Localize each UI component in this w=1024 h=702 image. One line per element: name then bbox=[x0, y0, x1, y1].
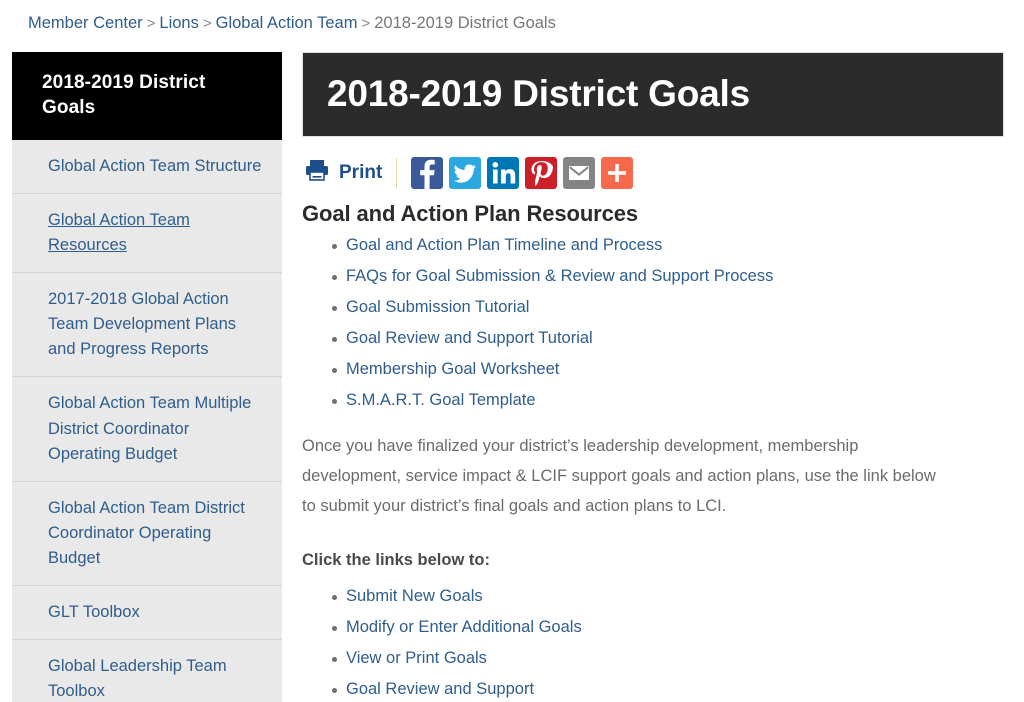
pinterest-share-button[interactable] bbox=[525, 156, 558, 189]
printer-icon bbox=[304, 158, 330, 187]
breadcrumb-item-lions[interactable]: Lions bbox=[159, 14, 198, 32]
action-link-list: Submit New Goals Modify or Enter Additio… bbox=[302, 584, 1004, 702]
link-goal-action-plan-timeline[interactable]: Goal and Action Plan Timeline and Proces… bbox=[346, 236, 662, 254]
linkedin-share-button[interactable] bbox=[487, 156, 520, 189]
link-goal-review-support-tutorial[interactable]: Goal Review and Support Tutorial bbox=[346, 329, 593, 347]
resources-link-list: Goal and Action Plan Timeline and Proces… bbox=[302, 233, 1004, 413]
list-item: S.M.A.R.T. Goal Template bbox=[332, 388, 1004, 413]
breadcrumb-separator: > bbox=[361, 15, 371, 32]
print-button[interactable]: Print bbox=[304, 158, 396, 187]
section-heading-resources: Goal and Action Plan Resources bbox=[302, 200, 639, 226]
list-item: Goal Submission Tutorial bbox=[332, 295, 1004, 320]
envelope-icon bbox=[563, 157, 595, 189]
list-item: Goal Review and Support Tutorial bbox=[332, 326, 1004, 351]
link-goal-review-and-support[interactable]: Goal Review and Support bbox=[346, 680, 534, 698]
addthis-more-button[interactable] bbox=[601, 156, 634, 189]
breadcrumb-separator: > bbox=[146, 15, 156, 32]
facebook-share-button[interactable] bbox=[411, 156, 444, 189]
sidebar-item-global-action-team-structure[interactable]: Global Action Team Structure bbox=[12, 140, 282, 195]
intro-paragraph: Once you have finalized your district’s … bbox=[302, 437, 936, 516]
link-membership-goal-worksheet[interactable]: Membership Goal Worksheet bbox=[346, 360, 559, 378]
sidebar-item-glt-toolbox[interactable]: GLT Toolbox bbox=[12, 586, 282, 640]
list-item: Goal Review and Support bbox=[332, 677, 1004, 702]
link-submit-new-goals[interactable]: Submit New Goals bbox=[346, 587, 483, 605]
list-item: Modify or Enter Additional Goals bbox=[332, 615, 1004, 640]
breadcrumb: Member Center > Lions > Global Action Team >2… bbox=[0, 0, 1024, 46]
sidebar-header: 2018-2019 District Goals bbox=[12, 51, 282, 140]
breadcrumb-item-member-center[interactable]: Member Center bbox=[28, 14, 143, 32]
plus-icon bbox=[601, 157, 633, 189]
links-intro-text: Click the links below to: bbox=[302, 551, 490, 570]
facebook-icon bbox=[411, 157, 443, 189]
toolbar-divider bbox=[396, 157, 398, 188]
sidebar-nav: Global Action Team Structure Global Acti… bbox=[12, 140, 282, 702]
sidebar-item-global-leadership-team-toolbox[interactable]: Global Leadership Team Toolbox bbox=[12, 640, 282, 702]
breadcrumb-separator: > bbox=[202, 15, 212, 32]
page-body: 2018-2019 District Goals Global Action T… bbox=[0, 46, 1024, 702]
share-toolbar: Print bbox=[302, 156, 1004, 189]
sidebar-item-district-coordinator-budget[interactable]: Global Action Team District Coordinator … bbox=[12, 482, 282, 586]
breadcrumb-item-current: 2018-2019 District Goals bbox=[374, 14, 556, 32]
sidebar-item-development-plans-progress-reports[interactable]: 2017-2018 Global Action Team Development… bbox=[12, 273, 282, 378]
sidebar: 2018-2019 District Goals Global Action T… bbox=[12, 51, 282, 702]
sidebar-item-global-action-team-resources[interactable]: Global Action Team Resources bbox=[12, 194, 282, 274]
list-item: Goal and Action Plan Timeline and Proces… bbox=[332, 233, 1004, 258]
print-label: Print bbox=[339, 161, 383, 183]
list-item: View or Print Goals bbox=[332, 646, 1004, 671]
social-share-icons bbox=[411, 156, 634, 189]
main-content: 2018-2019 District Goals Print Goal and … bbox=[282, 51, 1024, 702]
list-item: FAQs for Goal Submission & Review and Su… bbox=[332, 264, 1004, 289]
page-title: 2018-2019 District Goals bbox=[302, 51, 1004, 137]
link-smart-goal-template[interactable]: S.M.A.R.T. Goal Template bbox=[346, 391, 536, 409]
link-modify-additional-goals[interactable]: Modify or Enter Additional Goals bbox=[346, 618, 582, 636]
linkedin-icon bbox=[487, 157, 519, 189]
link-faqs-goal-submission[interactable]: FAQs for Goal Submission & Review and Su… bbox=[346, 267, 773, 285]
link-goal-submission-tutorial[interactable]: Goal Submission Tutorial bbox=[346, 298, 529, 316]
list-item: Membership Goal Worksheet bbox=[332, 357, 1004, 382]
link-view-print-goals[interactable]: View or Print Goals bbox=[346, 649, 487, 667]
sidebar-item-multiple-district-coordinator-budget[interactable]: Global Action Team Multiple District Coo… bbox=[12, 377, 282, 482]
breadcrumb-item-global-action-team[interactable]: Global Action Team bbox=[216, 14, 358, 32]
twitter-icon bbox=[449, 157, 481, 189]
email-share-button[interactable] bbox=[563, 156, 596, 189]
list-item: Submit New Goals bbox=[332, 584, 1004, 609]
twitter-share-button[interactable] bbox=[449, 156, 482, 189]
pinterest-icon bbox=[525, 157, 557, 189]
